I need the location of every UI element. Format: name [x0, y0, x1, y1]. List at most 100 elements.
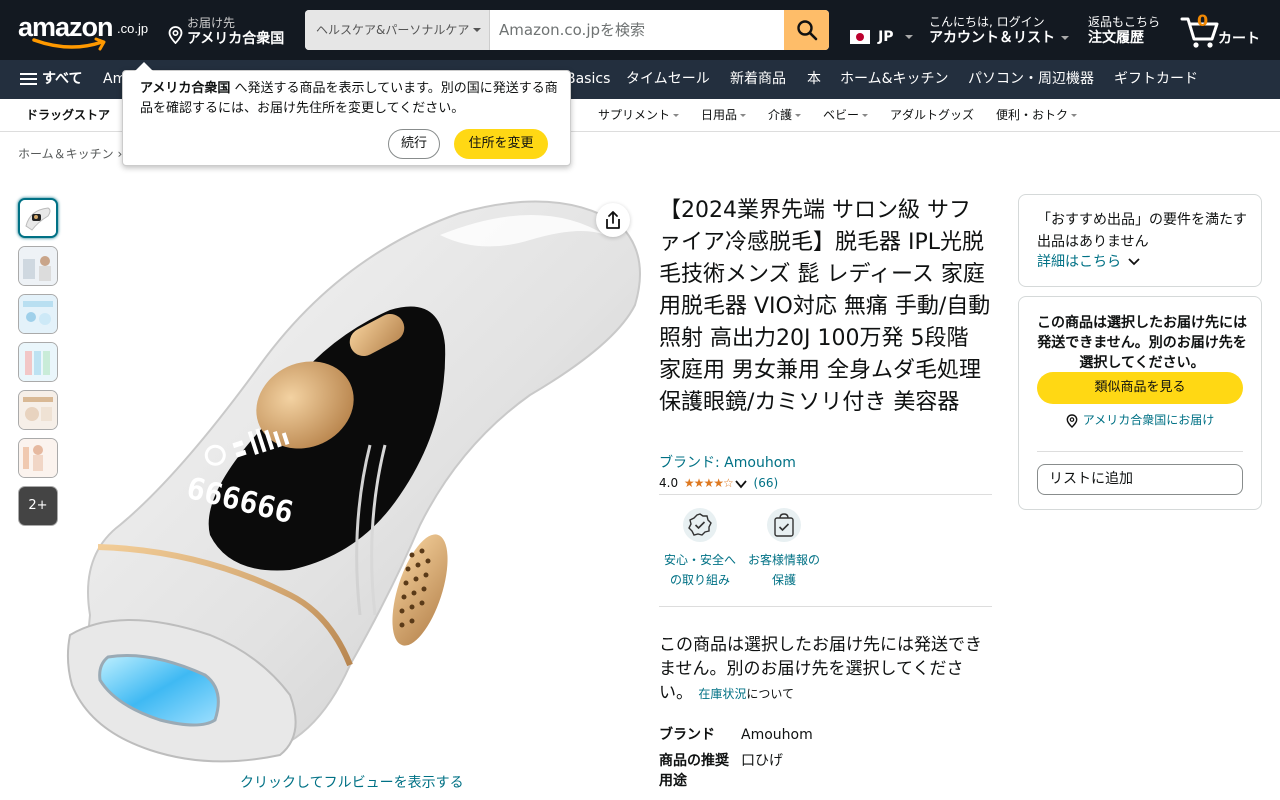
- sub-nav-supplements[interactable]: サプリメント: [598, 99, 680, 132]
- details-link-label: 詳細はこちら: [1037, 254, 1121, 270]
- unavailable-warning: この商品は選択したお届け先には発送できません。別のお届け先を選択してください。: [1037, 315, 1247, 371]
- safety-badge[interactable]: 安心・安全への取り組み: [660, 508, 740, 590]
- all-menu-button[interactable]: すべて: [20, 60, 82, 99]
- sub-nav-label: 日用品: [701, 108, 738, 122]
- divider: [659, 494, 992, 495]
- breadcrumb[interactable]: ホーム＆キッチン ›: [18, 145, 122, 162]
- location-pin-icon: [168, 26, 183, 44]
- nav-item-giftcard[interactable]: ギフトカード: [1114, 60, 1198, 99]
- delivery-country-popover: アメリカ合衆国 へ発送する商品を表示しています。別の国に発送する商品を確認するに…: [122, 62, 571, 166]
- shipping-message: この商品は選択したお届け先には発送できません。別のお届け先を選択してください。 …: [659, 633, 992, 706]
- thumbnail-6[interactable]: [18, 438, 58, 478]
- sub-nav-label: サプリメント: [598, 108, 671, 122]
- orders-label: 注文履歴: [1088, 30, 1144, 46]
- search-category-label: ヘルスケア&パーソナルケア: [316, 23, 470, 37]
- cart-label: カート: [1218, 31, 1260, 47]
- privacy-badge-icon: [767, 508, 801, 542]
- deliver-to-link-label: アメリカ合衆国にお届け: [1082, 413, 1215, 427]
- amazon-logo[interactable]: amazon .co.jp: [18, 12, 153, 52]
- account-label-text: アカウント＆リスト: [929, 30, 1055, 46]
- thumbnail-4[interactable]: [18, 342, 58, 382]
- star-rating-icon: ★★★★☆: [683, 476, 734, 490]
- chevron-down-icon: [1071, 114, 1078, 117]
- sub-nav-label: 便利・おトク: [996, 108, 1069, 122]
- details-link[interactable]: 詳細はこちら: [1037, 251, 1141, 271]
- nav-item-home-kitchen[interactable]: ホーム&キッチン: [840, 60, 949, 99]
- nav-item-pc[interactable]: パソコン・周辺機器: [968, 60, 1094, 99]
- share-button[interactable]: [596, 203, 630, 237]
- change-address-button[interactable]: 住所を変更: [454, 129, 548, 159]
- search-bar: ヘルスケア&パーソナルケア: [305, 10, 829, 50]
- add-to-list-button[interactable]: リストに追加: [1037, 464, 1243, 495]
- nav-item-books[interactable]: 本: [807, 60, 821, 99]
- sub-nav-care[interactable]: 介護: [768, 99, 802, 132]
- popover-country: アメリカ合衆国: [140, 81, 231, 96]
- logo-tld: .co.jp: [117, 21, 149, 36]
- top-header: amazon .co.jp お届け先 アメリカ合衆国 ヘルスケア&パーソナルケア: [0, 0, 1280, 60]
- hamburger-menu-icon: [20, 72, 37, 86]
- search-button[interactable]: [784, 10, 829, 50]
- thumbnail-2[interactable]: [18, 246, 58, 286]
- japan-flag-icon: [850, 29, 870, 44]
- chevron-down-icon: [673, 114, 680, 117]
- stock-status-link[interactable]: 在庫状況: [698, 687, 746, 701]
- see-similar-button[interactable]: 類似商品を見る: [1037, 372, 1243, 404]
- account-lists-label: アカウント＆リスト: [929, 29, 1069, 47]
- full-view-link[interactable]: クリックしてフルビューを表示する: [240, 772, 464, 792]
- product-thumbnail-icon: [19, 295, 57, 333]
- buy-box: この商品は選択したお届け先には発送できません。別のお届け先を選択してください。 …: [1018, 296, 1262, 510]
- language-code: JP: [878, 28, 894, 45]
- sub-nav-daily[interactable]: 日用品: [701, 99, 747, 132]
- deliver-to-link[interactable]: アメリカ合衆国にお届け: [1037, 411, 1243, 428]
- thumbnail-3[interactable]: [18, 294, 58, 334]
- nav-item-new[interactable]: 新着商品: [730, 60, 786, 99]
- sub-nav-label: 介護: [768, 108, 793, 122]
- cart-count: 0: [1197, 11, 1209, 30]
- featured-offer-box: 「おすすめ出品」の要件を満たす出品はありません 詳細はこちら: [1018, 194, 1262, 287]
- sub-nav-label: ベビー: [823, 108, 860, 122]
- search-input[interactable]: [490, 10, 784, 50]
- product-thumbnail-icon: [20, 200, 56, 236]
- cart-button[interactable]: 0 カート: [1180, 11, 1270, 51]
- deliver-to[interactable]: お届け先 アメリカ合衆国: [168, 14, 293, 48]
- account-greeting: こんにちは, ログイン: [929, 15, 1045, 29]
- checklist-bag-icon: [774, 513, 794, 537]
- product-thumbnail-icon: [19, 391, 57, 429]
- brand-link[interactable]: ブランド: Amouhom: [659, 452, 796, 472]
- popover-message: アメリカ合衆国 へ発送する商品を表示しています。別の国に発送する商品を確認するに…: [140, 79, 560, 119]
- product-thumbnail-icon: [19, 439, 57, 477]
- account-menu[interactable]: こんにちは, ログイン アカウント＆リスト: [929, 15, 1069, 47]
- thumbnail-1[interactable]: [18, 198, 58, 238]
- divider: [1037, 451, 1243, 452]
- chevron-down-icon: [473, 28, 481, 32]
- orders-link[interactable]: 返品もこちら 注文履歴: [1088, 15, 1160, 47]
- share-icon: [606, 211, 620, 229]
- returns-label: 返品もこちら: [1088, 15, 1161, 29]
- continue-button[interactable]: 続行: [388, 129, 440, 159]
- safety-badge-icon: [683, 508, 717, 542]
- rating-summary[interactable]: 4.0 ★★★★☆ (66): [659, 476, 778, 490]
- spec-value: 口ひげ: [741, 753, 783, 769]
- search-category-select[interactable]: ヘルスケア&パーソナルケア: [305, 10, 490, 50]
- sub-nav-deals[interactable]: 便利・おトク: [996, 99, 1078, 132]
- more-images-thumbnail[interactable]: 2+: [18, 486, 58, 526]
- thumbnail-5[interactable]: [18, 390, 58, 430]
- chevron-down-icon: [735, 479, 747, 488]
- nav-item-basics[interactable]: Basics: [566, 60, 610, 99]
- main-product-image[interactable]: 666666: [60, 195, 650, 770]
- sub-nav-store[interactable]: ドラッグストア: [26, 99, 110, 132]
- nav-item-timesale[interactable]: タイムセール: [626, 60, 710, 99]
- chevron-down-icon: [795, 114, 802, 117]
- chevron-down-icon: [862, 114, 869, 117]
- product-title: 【2024業界先端 サロン級 サファイア冷感脱毛】脱毛器 IPL光脱毛技術メンズ…: [659, 198, 991, 415]
- sub-nav-baby[interactable]: ベビー: [823, 99, 869, 132]
- shield-check-icon: [688, 513, 712, 536]
- spec-key: 商品の推奨用途: [659, 753, 729, 789]
- language-selector[interactable]: JP: [850, 26, 913, 46]
- review-count[interactable]: (66): [754, 476, 779, 490]
- privacy-badge[interactable]: お客様情報の保護: [744, 508, 824, 590]
- sub-nav-adult[interactable]: アダルトグッズ: [890, 99, 974, 132]
- spec-key: ブランド: [659, 727, 715, 743]
- product-thumbnail-icon: [19, 247, 57, 285]
- divider: [659, 606, 992, 607]
